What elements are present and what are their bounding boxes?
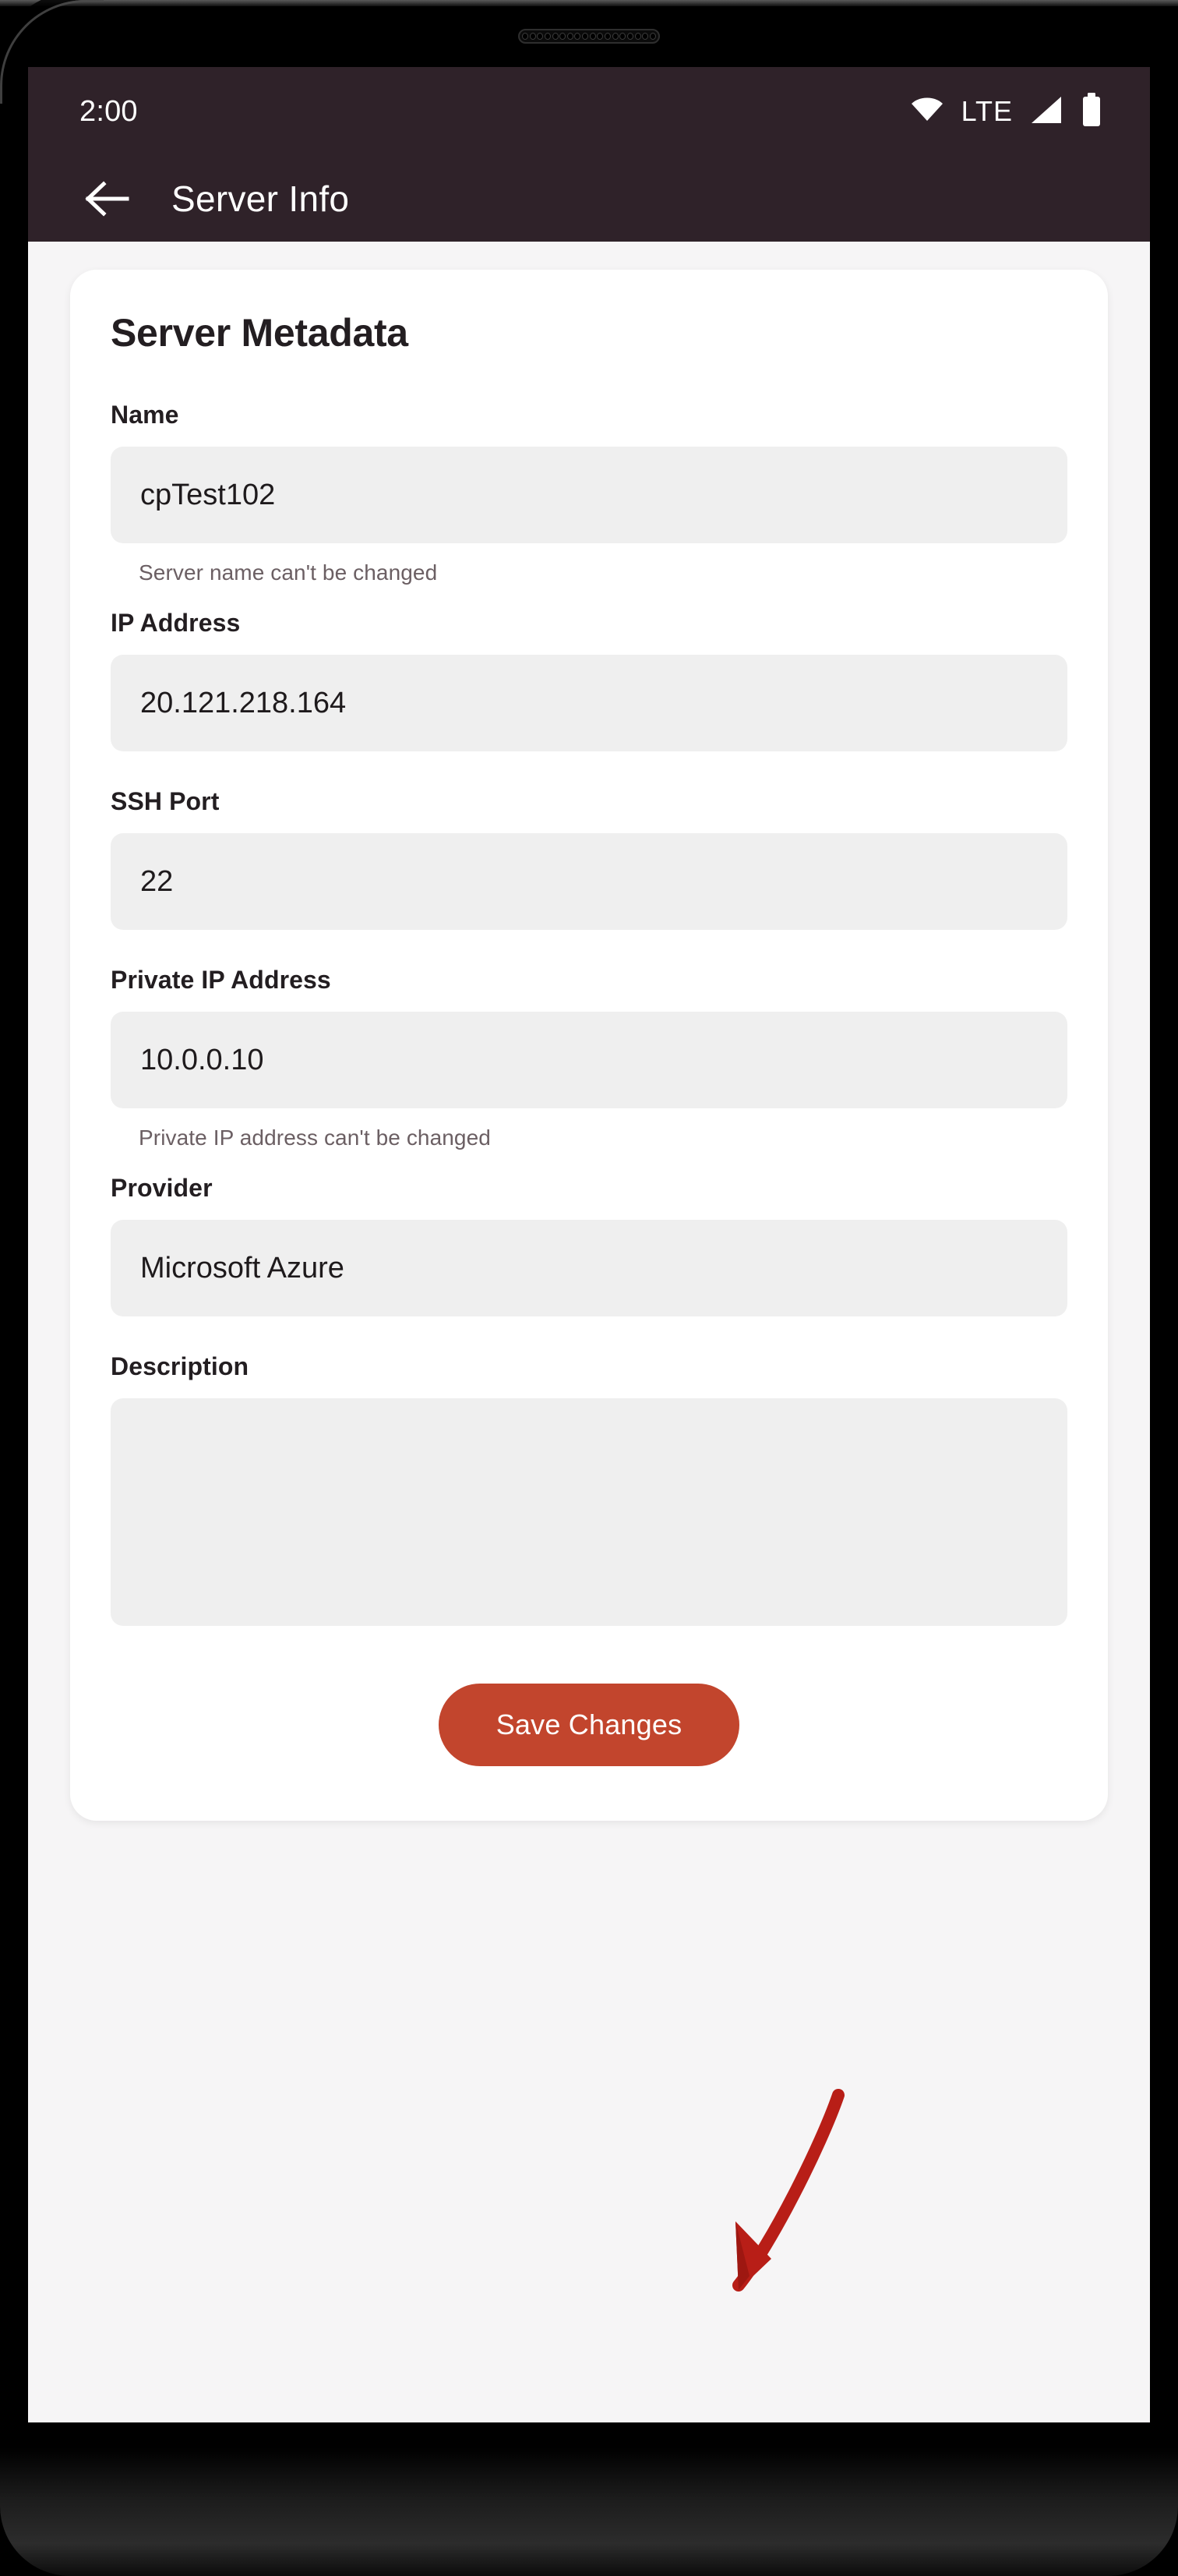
field-group-ip-address: IP Address 20.121.218.164 [111,609,1067,751]
back-arrow-icon[interactable] [73,165,140,232]
save-row: Save Changes [111,1684,1067,1766]
status-bar: 2:00 LTE [28,67,1150,156]
field-group-name: Name cpTest102 Server name can't be chan… [111,401,1067,585]
label-ip-address: IP Address [111,609,241,637]
field-group-ssh-port: SSH Port 22 [111,787,1067,930]
input-private-ip-address[interactable]: 10.0.0.10 [111,1012,1067,1108]
device-top-bevel [0,0,1178,6]
app-bar: Server Info [28,156,1150,242]
input-name[interactable]: cpTest102 [111,447,1067,543]
status-clock: 2:00 [79,94,138,128]
save-changes-button[interactable]: Save Changes [438,1684,740,1766]
helper-private-ip-address: Private IP address can't be changed [139,1125,491,1150]
input-description[interactable] [111,1398,1067,1626]
label-private-ip-address: Private IP Address [111,966,331,994]
label-provider: Provider [111,1174,213,1202]
field-group-private-ip-address: Private IP Address 10.0.0.10 Private IP … [111,966,1067,1150]
label-description: Description [111,1352,249,1380]
battery-icon [1080,92,1103,131]
server-metadata-card: Server Metadata Name cpTest102 Server na… [70,270,1108,1821]
scroll-content[interactable]: Server Metadata Name cpTest102 Server na… [28,242,1150,2422]
input-ip-address[interactable]: 20.121.218.164 [111,655,1067,751]
label-ssh-port: SSH Port [111,787,220,815]
network-type-label: LTE [961,95,1013,127]
helper-name: Server name can't be changed [139,560,438,585]
signal-icon [1030,95,1063,129]
device-bottom-bevel [0,2447,1178,2576]
phone-screen: 2:00 LTE Server Info Server Metadata Nam… [28,67,1150,2422]
device-frame: 2:00 LTE Server Info Server Metadata Nam… [0,0,1178,2576]
wifi-icon [910,97,944,127]
card-title: Server Metadata [111,311,408,355]
field-group-description: Description [111,1352,1067,1626]
speaker-grille-icon [518,29,660,44]
status-icon-group: LTE [910,92,1103,131]
label-name: Name [111,401,179,429]
page-title: Server Info [171,178,350,219]
field-group-provider: Provider Microsoft Azure [111,1174,1067,1316]
input-ssh-port[interactable]: 22 [111,833,1067,930]
input-provider[interactable]: Microsoft Azure [111,1220,1067,1316]
